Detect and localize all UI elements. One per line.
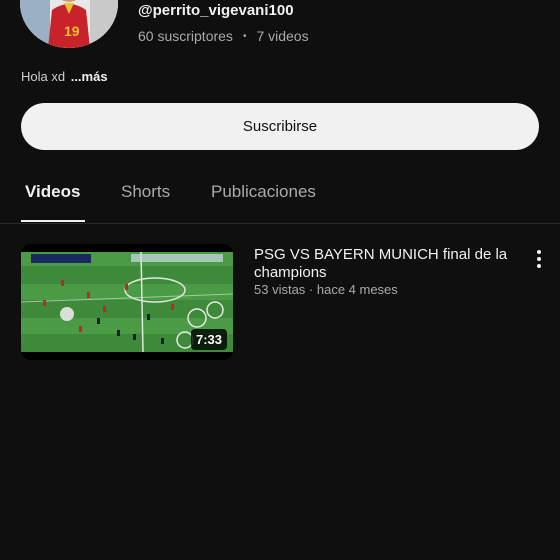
video-meta: 53 vistas · hace 4 meses [254,282,398,297]
stats-separator: • [242,30,247,42]
channel-page: 19 @perrito_vigevani100 60 suscriptores … [0,0,560,560]
video-title[interactable]: PSG VS BAYERN MUNICH final de la champio… [254,246,524,282]
more-vert-icon[interactable] [530,248,548,270]
video-duration: 7:33 [190,329,227,350]
more-link[interactable]: ...más [71,69,108,84]
description-text: Hola xd [21,69,66,84]
subscriber-count: 60 suscriptores [138,28,233,44]
avatar-image: 19 [20,0,118,48]
kebab-dot [537,257,541,261]
tab-shorts[interactable]: Shorts [121,182,170,202]
subscribe-button[interactable]: Suscribirse [21,103,539,150]
channel-stats: 60 suscriptores • 7 videos [138,28,309,44]
avatar-jersey-number: 19 [64,23,80,39]
video-thumbnail[interactable]: 7:33 [21,244,233,360]
channel-handle[interactable]: @perrito_vigevani100 [138,2,294,19]
channel-tabs: Videos Shorts Publicaciones [0,170,560,224]
channel-description[interactable]: Hola xd ...más [21,69,108,84]
kebab-dot [537,264,541,268]
kebab-dot [537,250,541,254]
video-count: 7 videos [256,28,309,44]
tab-videos[interactable]: Videos [25,182,80,202]
channel-avatar[interactable]: 19 [20,0,118,48]
tab-publicaciones[interactable]: Publicaciones [211,182,316,202]
video-list-item[interactable]: 7:33 PSG VS BAYERN MUNICH final de la ch… [0,244,560,362]
active-tab-indicator [21,220,85,222]
tabs-divider [0,223,560,224]
